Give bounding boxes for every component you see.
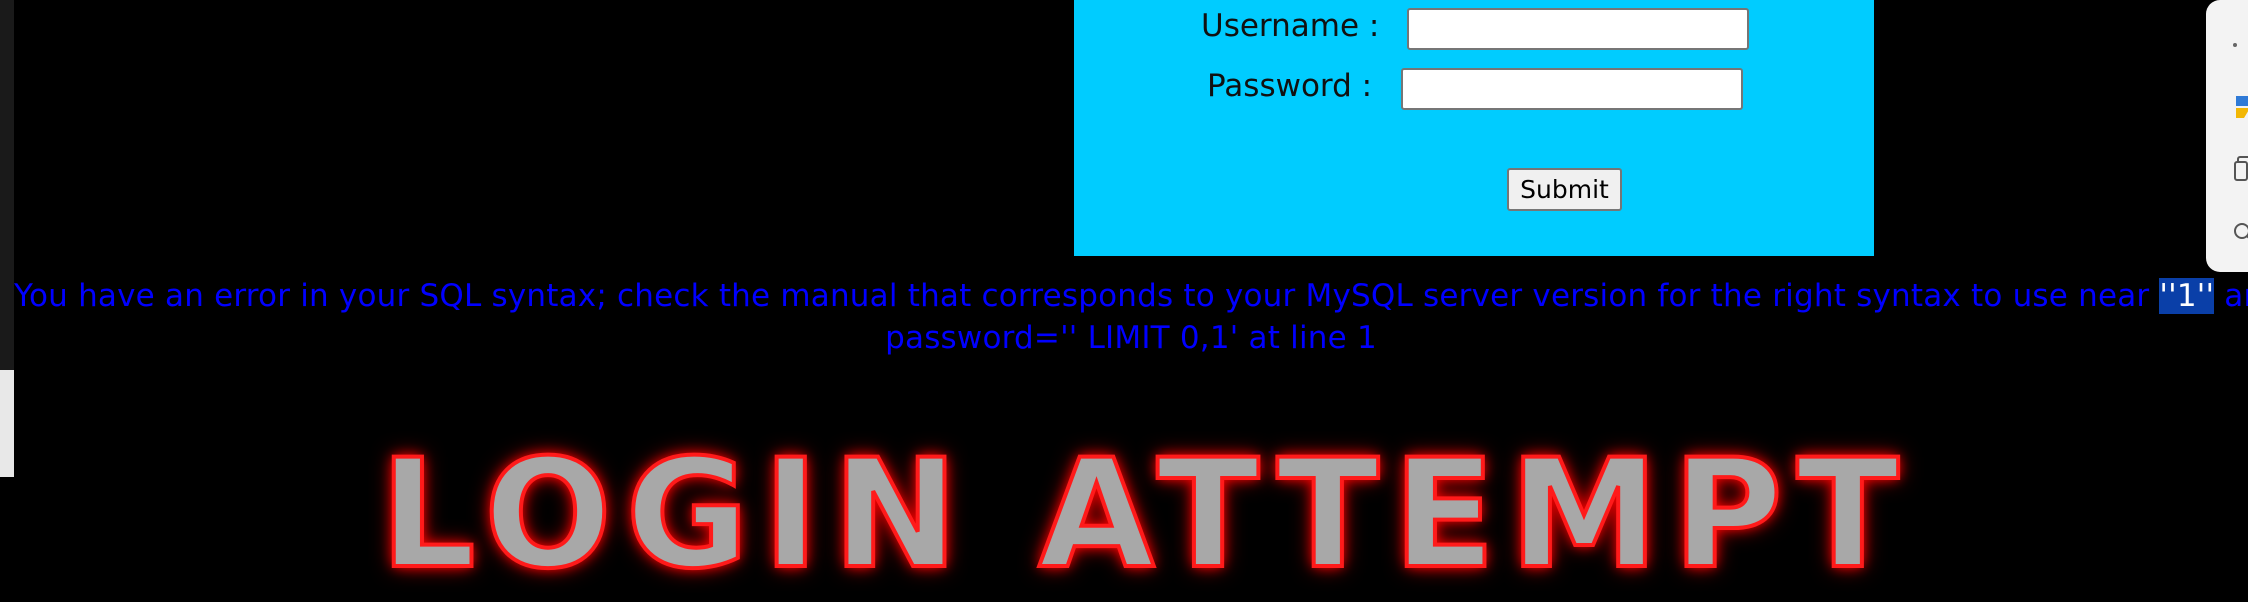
search-icon[interactable]: [2232, 220, 2248, 246]
app-icon[interactable]: [2232, 92, 2248, 122]
login-form-panel: Username : Password : Submit: [1074, 0, 1874, 256]
sql-error-text-start: You have an error in your SQL syntax; ch…: [14, 278, 2160, 314]
password-field[interactable]: [1401, 68, 1743, 110]
username-label: Username :: [1201, 8, 1380, 44]
more-icon[interactable]: [2232, 38, 2246, 52]
scrollbar-thumb[interactable]: [0, 370, 14, 477]
selected-text-highlight: ''1'': [2159, 278, 2215, 314]
sql-error-text-end: and: [2224, 278, 2248, 314]
page-scrollbar[interactable]: [0, 0, 14, 477]
username-field[interactable]: [1407, 8, 1749, 50]
password-label: Password :: [1207, 68, 1373, 104]
submit-button[interactable]: Submit: [1507, 168, 1622, 211]
banner-title: LOGIN ATTEMPT: [378, 428, 1913, 602]
sql-error-line-2: password='' LIMIT 0,1' at line 1: [885, 320, 1377, 356]
copy-icon[interactable]: [2232, 154, 2248, 184]
side-dock: [2206, 0, 2248, 272]
sql-error-line-1: You have an error in your SQL syntax; ch…: [14, 275, 2248, 317]
sql-error-message: You have an error in your SQL syntax; ch…: [14, 275, 2248, 359]
